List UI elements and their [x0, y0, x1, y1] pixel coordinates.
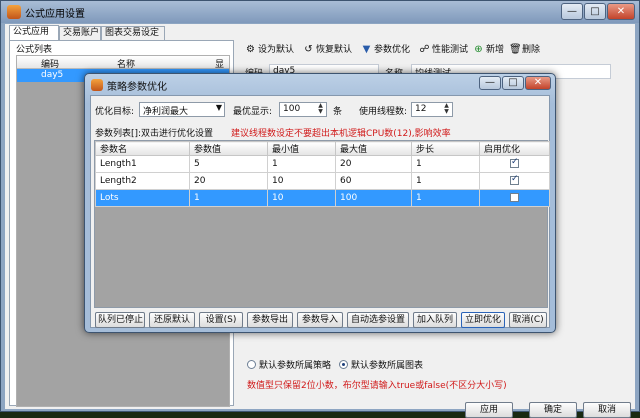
delete-icon: 🗑 [509, 44, 522, 55]
radio-default-chart[interactable]: 默认参数所属图表 [339, 360, 423, 372]
minimize-button[interactable]: — [561, 3, 583, 20]
column-param-value[interactable]: 参数值 [189, 141, 268, 156]
apply-button[interactable]: 应用 [465, 402, 513, 418]
column-param-name[interactable]: 参数名 [95, 141, 190, 156]
add-icon: ⊕ [474, 44, 483, 55]
param-table: 参数名 参数值 最小值 最大值 步长 启用优化 Length1 5 1 20 1… [95, 141, 550, 207]
column-max[interactable]: 最大值 [335, 141, 412, 156]
formula-list-caption: 公式列表 [16, 45, 53, 55]
dialog-app-icon [91, 79, 103, 91]
input-hint: 数值型只保留2位小数，布尔型请输入true或false(不区分大小写) [247, 381, 507, 391]
param-min-cell[interactable]: 10 [267, 172, 336, 190]
target-label: 优化目标: [95, 107, 135, 117]
table-row[interactable]: Length1 5 1 20 1 [95, 155, 550, 173]
close-button[interactable]: ✕ [607, 3, 635, 20]
enable-checkbox[interactable] [510, 157, 519, 168]
dialog-close-button[interactable]: ✕ [525, 76, 551, 90]
dialog-minimize-button[interactable]: — [479, 76, 501, 90]
reset-default-button[interactable]: 还原默认 [149, 312, 195, 328]
param-max-cell[interactable]: 60 [335, 172, 412, 190]
param-max-cell[interactable]: 100 [335, 189, 412, 207]
chevron-down-icon: ▼ [215, 103, 222, 112]
maximize-button[interactable]: □ [584, 3, 606, 20]
thread-warning: 建议线程数设定不要超出本机逻辑CPU数(12),影响效率 [231, 129, 451, 139]
param-optimize-button[interactable]: ▼ 参数优化 [361, 42, 410, 58]
optimize-now-button[interactable]: 立即优化 [461, 312, 505, 328]
set-default-button[interactable]: ⚙ 设为默认 [245, 42, 294, 58]
param-max-cell[interactable]: 20 [335, 155, 412, 173]
param-value-cell[interactable]: 1 [189, 189, 268, 207]
radio-default-strategy[interactable]: 默认参数所属策略 [247, 360, 331, 372]
stepper-arrows-icon[interactable]: ▲ ▼ [316, 103, 325, 115]
strategy-optimize-dialog: 策略参数优化 — □ ✕ 优化目标: 净利润最大 ▼ 最优显示: 100 ▲ ▼ … [84, 73, 556, 333]
dialog-title: 策略参数优化 [107, 82, 167, 93]
radio-circle [339, 360, 348, 369]
add-button[interactable]: ⊕ 新增 [473, 42, 504, 58]
dialog-cancel-button[interactable]: 取消(C) [509, 312, 547, 328]
tab-trade-account[interactable]: 交易账户 [59, 26, 101, 40]
param-export-button[interactable]: 参数导出 [247, 312, 293, 328]
param-step-cell[interactable]: 1 [411, 172, 480, 190]
performance-test-button[interactable]: ☍ 性能测试 [419, 42, 468, 58]
table-row[interactable]: Length2 20 10 60 1 [95, 172, 550, 190]
threads-label: 使用线程数: [359, 107, 408, 117]
delete-button[interactable]: 🗑删除 [509, 42, 540, 58]
param-min-cell[interactable]: 1 [267, 155, 336, 173]
stepper-arrows-icon[interactable]: ▲ ▼ [442, 103, 451, 115]
param-name-cell[interactable]: Length1 [95, 155, 190, 173]
param-name-cell[interactable]: Length2 [95, 172, 190, 190]
test-icon: ☍ [419, 44, 430, 55]
cancel-button[interactable]: 取消 [583, 402, 631, 418]
dialog-maximize-button[interactable]: □ [502, 76, 524, 90]
tab-formula-apply[interactable]: 公式应用 [9, 25, 59, 40]
queue-stopped-button[interactable]: 队列已停止 [95, 312, 145, 328]
param-name-cell[interactable]: Lots [95, 189, 190, 207]
settings-button[interactable]: 设置(S) [199, 312, 243, 328]
enable-checkbox[interactable] [510, 193, 519, 202]
formula-list-header: 编码 名称 显 [17, 56, 229, 70]
ok-button[interactable]: 确定 [529, 402, 577, 418]
param-step-cell[interactable]: 1 [411, 189, 480, 207]
filter-icon: ▼ [362, 44, 371, 55]
max-show-unit: 条 [333, 107, 343, 117]
restore-icon: ↺ [304, 44, 313, 55]
enable-cell [479, 155, 550, 173]
param-value-cell[interactable]: 20 [189, 172, 268, 190]
param-import-button[interactable]: 参数导入 [297, 312, 343, 328]
main-window-title: 公式应用设置 [25, 9, 85, 20]
max-show-stepper[interactable]: 100 ▲ ▼ [279, 102, 327, 117]
auto-select-settings-button[interactable]: 自动选参设置 [347, 312, 409, 328]
dialog-body: 优化目标: 净利润最大 ▼ 最优显示: 100 ▲ ▼ 条 使用线程数: 12 ▲… [90, 95, 550, 328]
target-select[interactable]: 净利润最大 ▼ [139, 102, 225, 117]
enable-cell [479, 172, 550, 190]
threads-stepper[interactable]: 12 ▲ ▼ [411, 102, 453, 117]
column-enable[interactable]: 启用优化 [479, 141, 550, 156]
column-step[interactable]: 步长 [411, 141, 480, 156]
enable-cell [479, 189, 550, 207]
column-min[interactable]: 最小值 [267, 141, 336, 156]
enable-checkbox[interactable] [510, 174, 519, 185]
tab-chart-trade[interactable]: 图表交易设定 [101, 26, 165, 40]
param-list-label: 参数列表[]:双击进行优化设置 [95, 129, 214, 139]
add-to-queue-button[interactable]: 加入队列 [413, 312, 457, 328]
param-grid[interactable]: 参数名 参数值 最小值 最大值 步长 启用优化 Length1 5 1 20 1… [94, 140, 550, 308]
radio-circle [247, 360, 256, 369]
param-header-row: 参数名 参数值 最小值 最大值 步长 启用优化 [95, 141, 550, 156]
formula-code-cell: day5 [41, 70, 64, 80]
gear-icon: ⚙ [246, 44, 255, 55]
param-value-cell[interactable]: 5 [189, 155, 268, 173]
restore-default-button[interactable]: ↺ 恢复默认 [303, 42, 352, 58]
main-title-bar[interactable]: 公式应用设置 — □ ✕ [1, 1, 639, 23]
param-min-cell[interactable]: 10 [267, 189, 336, 207]
app-icon [7, 5, 21, 19]
param-step-cell[interactable]: 1 [411, 155, 480, 173]
max-show-label: 最优显示: [233, 107, 273, 117]
table-row[interactable]: Lots 1 10 100 1 [95, 189, 550, 207]
